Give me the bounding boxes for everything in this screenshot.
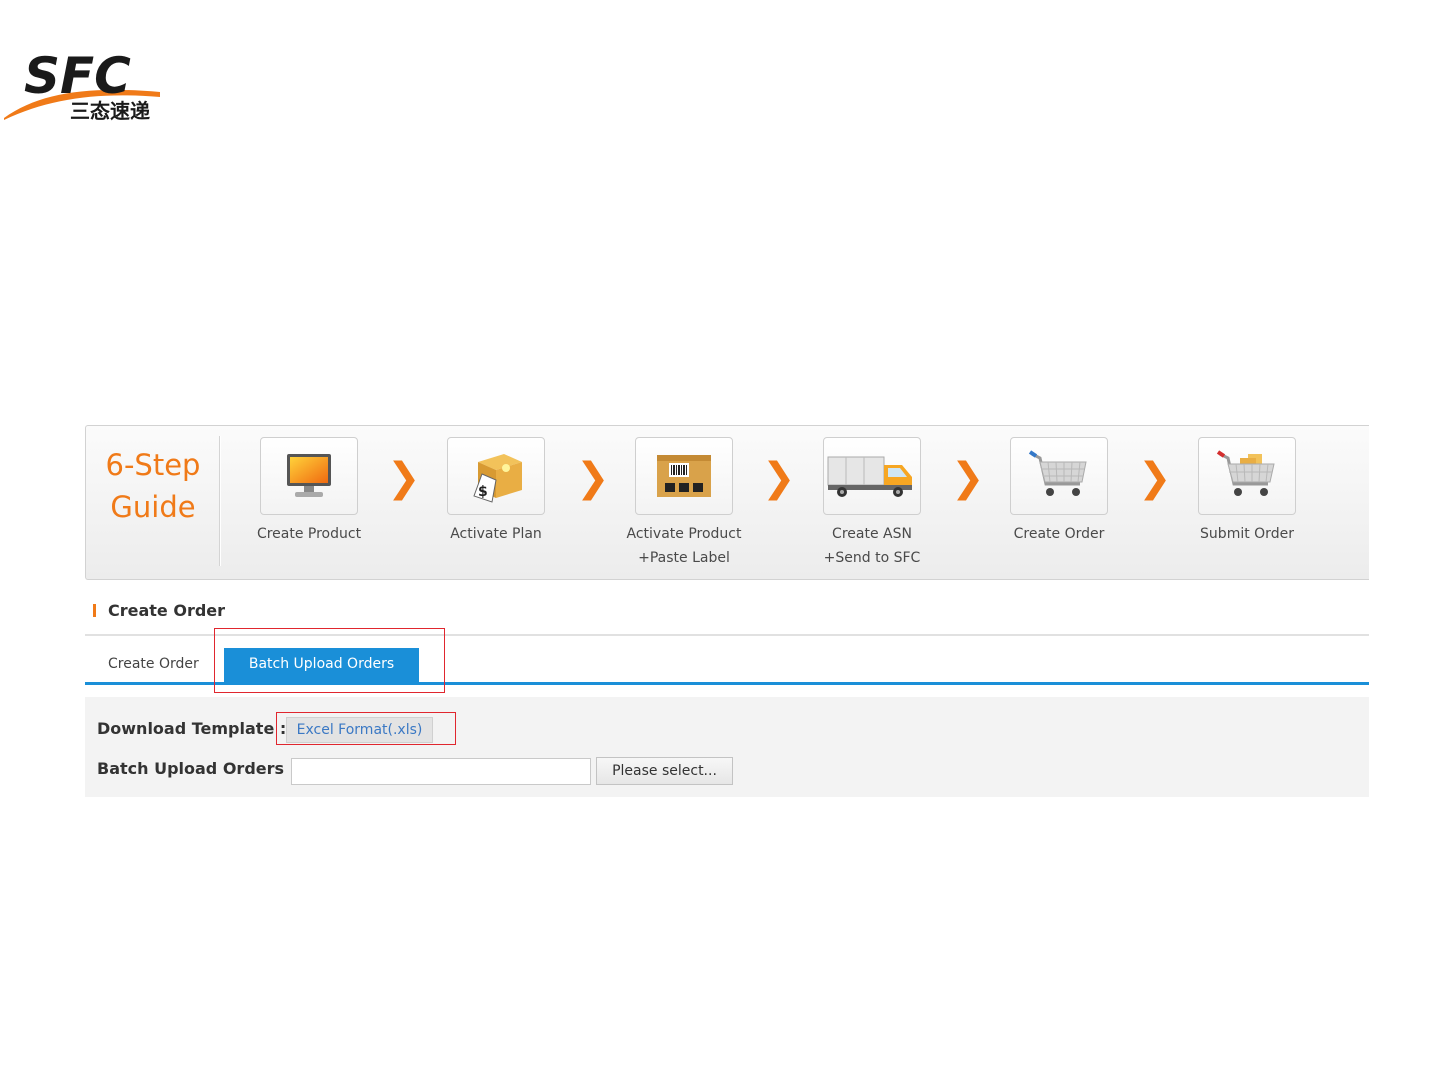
svg-text:$: $ (478, 484, 488, 500)
chevron-right-icon: ❯ (951, 455, 985, 501)
shopping-cart-icon (1028, 450, 1087, 496)
step-icon-box[interactable] (260, 437, 358, 515)
step-label: Activate Product +Paste Label (626, 526, 742, 566)
step-guide: 6-Step Guide Create Product ❯ $ Activate… (85, 425, 1369, 580)
delivery-truck-icon (827, 456, 912, 497)
download-template-label: Download Template : (97, 719, 287, 738)
file-path-input[interactable] (291, 758, 591, 785)
step-label: Activate Plan (450, 526, 542, 542)
logo-chinese-text: 三态速递 (70, 99, 150, 123)
guide-divider (219, 436, 220, 566)
guide-title-line1: 6-Step (105, 448, 201, 482)
sfc-logo: SFC 三态速递 (0, 40, 170, 130)
labeled-box-icon (657, 455, 711, 497)
full-cart-icon (1216, 450, 1275, 496)
highlight-box-tab (214, 628, 445, 693)
chevron-right-icon: ❯ (762, 455, 796, 501)
step-icon-box[interactable] (1010, 437, 1108, 515)
step-label: Submit Order (1200, 526, 1294, 542)
step-label: Create Order (1013, 526, 1105, 542)
section-title-bar (93, 604, 96, 617)
step-create-product[interactable]: Create Product (239, 437, 379, 546)
step-icon-box[interactable] (823, 437, 921, 515)
step-submit-order[interactable]: Submit Order (1177, 437, 1317, 546)
guide-title: 6-Step Guide (86, 444, 220, 528)
step-icon-box[interactable]: $ (447, 437, 545, 515)
step-activate-product[interactable]: Activate Product +Paste Label (614, 437, 754, 570)
select-file-button[interactable]: Please select... (596, 757, 733, 785)
step-create-order[interactable]: Create Order (989, 437, 1129, 546)
chevron-right-icon: ❯ (576, 455, 610, 501)
step-label: Create Product (256, 526, 362, 542)
batch-upload-label: Batch Upload Orders : (97, 759, 297, 778)
step-activate-plan[interactable]: $ Activate Plan (426, 437, 566, 546)
section-title-text: Create Order (108, 601, 226, 620)
chevron-right-icon: ❯ (387, 455, 421, 501)
step-icon-box[interactable] (1198, 437, 1296, 515)
step-create-asn[interactable]: Create ASN +Send to SFC (802, 437, 942, 570)
step-icon-box[interactable] (635, 437, 733, 515)
guide-title-line2: Guide (110, 490, 196, 524)
step-label: Create ASN +Send to SFC (823, 526, 921, 566)
section-title: Create Order (93, 600, 225, 622)
highlight-box-template (276, 712, 456, 745)
tab-create-order[interactable]: Create Order (108, 654, 199, 674)
box-price-tag-icon: $ (473, 454, 522, 503)
monitor-icon (287, 454, 331, 497)
chevron-right-icon: ❯ (1138, 455, 1172, 501)
logo-brand-text: SFC (24, 47, 131, 105)
